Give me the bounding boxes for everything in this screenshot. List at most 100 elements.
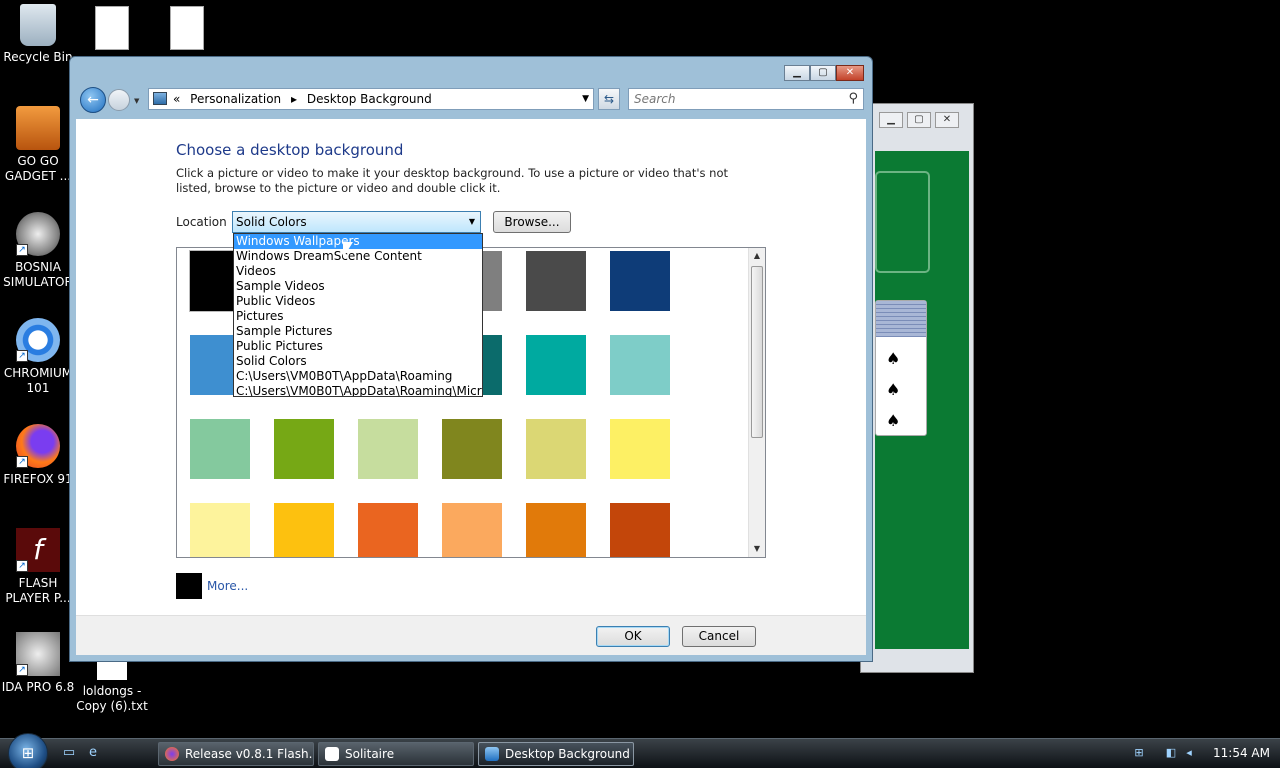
browse-button[interactable]: Browse... — [493, 211, 571, 233]
taskbar-item-desktop-background[interactable]: Desktop Background — [478, 742, 634, 766]
ok-button[interactable]: OK — [596, 626, 670, 647]
refresh-button[interactable]: ⇆ — [598, 88, 620, 110]
solitaire-card-stack[interactable]: ♠ ♠ ♠ — [875, 300, 927, 436]
text-file-icon[interactable] — [95, 6, 129, 50]
chevron-down-icon[interactable]: ▼ — [469, 212, 475, 232]
desktop-icon-textfile[interactable]: loldongs - Copy (6).txt — [74, 660, 150, 714]
speaker-icon[interactable]: ◂ — [1182, 746, 1196, 760]
window-caption-buttons: ▁ ▢ ✕ — [784, 65, 864, 81]
taskbar-item-firefox[interactable]: Release v0.8.1 Flash... — [158, 742, 314, 766]
search-icon[interactable]: ⚲ — [848, 89, 858, 109]
color-swatch[interactable] — [358, 503, 418, 557]
dropdown-option-pictures[interactable]: Pictures — [234, 309, 482, 324]
desktop-icon-bosnia[interactable]: ↗ BOSNIA SIMULATOR — [0, 212, 76, 290]
color-swatch[interactable] — [610, 335, 670, 395]
desktop-icon-recycle-bin[interactable]: Recycle Bin — [0, 4, 76, 65]
color-swatch[interactable] — [610, 251, 670, 311]
more-colors-link[interactable]: More... — [207, 579, 248, 593]
dropdown-option-roaming[interactable]: C:\Users\VM0B0T\AppData\Roaming — [234, 369, 482, 384]
breadcrumb-separator[interactable]: ▸ — [291, 92, 297, 106]
search-input[interactable]: Search ⚲ — [628, 88, 864, 110]
control-panel-icon — [153, 92, 167, 105]
scroll-down-icon[interactable]: ▼ — [749, 541, 765, 557]
network-icon[interactable]: ⊞ — [1132, 746, 1146, 760]
color-swatch[interactable] — [442, 503, 502, 557]
clock[interactable]: 11:54 AM — [1213, 746, 1270, 760]
dropdown-option-public-videos[interactable]: Public Videos — [234, 294, 482, 309]
taskbar-item-label: Solitaire — [345, 747, 395, 761]
close-button[interactable]: ✕ — [836, 65, 864, 81]
cancel-button[interactable]: Cancel — [682, 626, 756, 647]
taskbar-item-label: Release v0.8.1 Flash... — [185, 747, 314, 761]
minimize-icon[interactable]: ▁ — [879, 112, 903, 128]
spade-icon: ♠ — [886, 411, 901, 430]
color-swatch[interactable] — [442, 419, 502, 479]
address-dropdown-icon[interactable]: ▼ — [582, 89, 589, 109]
recent-pages-dropdown-icon[interactable]: ▼ — [134, 97, 139, 105]
dropdown-option-roaming-microsoft[interactable]: C:\Users\VM0B0T\AppData\Roaming\Microso — [234, 384, 482, 396]
page-description: Click a picture or video to make it your… — [176, 166, 729, 195]
desktop-icon-label: FIREFOX 91 — [3, 472, 73, 486]
color-swatch[interactable] — [610, 419, 670, 479]
desktop-icon-flash[interactable]: f ↗ FLASH PLAYER P... — [0, 528, 76, 606]
dropdown-option-sample-videos[interactable]: Sample Videos — [234, 279, 482, 294]
spade-icon: ♠ — [886, 380, 901, 399]
scrollbar-thumb[interactable] — [751, 266, 763, 438]
taskbar-item-solitaire[interactable]: Solitaire — [318, 742, 474, 766]
minimize-button[interactable]: ▁ — [784, 65, 810, 81]
color-swatch[interactable] — [526, 503, 586, 557]
maximize-button[interactable]: ▢ — [810, 65, 836, 81]
dropdown-option-solid-colors[interactable]: Solid Colors — [234, 354, 482, 369]
location-select[interactable]: Solid Colors ▼ — [232, 211, 481, 233]
solitaire-caption-buttons: ▁ ▢ ✕ — [879, 112, 959, 128]
location-dropdown-list[interactable]: Windows Wallpapers Windows DreamScene Co… — [233, 233, 483, 397]
solitaire-card-slot[interactable] — [875, 171, 930, 273]
color-swatch[interactable] — [358, 419, 418, 479]
address-bar[interactable]: « Personalization ▸ Desktop Background ▼ — [148, 88, 594, 110]
dropdown-option-videos[interactable]: Videos — [234, 264, 482, 279]
desktop-icon-firefox[interactable]: ↗ FIREFOX 91 — [0, 424, 76, 487]
forward-button[interactable] — [108, 89, 130, 111]
dropdown-option-sample-pictures[interactable]: Sample Pictures — [234, 324, 482, 339]
chromium-icon: ↗ — [16, 318, 60, 362]
color-swatch[interactable] — [526, 419, 586, 479]
color-swatch[interactable] — [526, 335, 586, 395]
volume-icon[interactable]: ◧ — [1164, 746, 1178, 760]
breadcrumb-desktop-background[interactable]: Desktop Background — [307, 92, 432, 106]
scroll-up-icon[interactable]: ▲ — [749, 248, 765, 264]
breadcrumb-overflow[interactable]: « — [173, 92, 180, 106]
close-icon[interactable]: ✕ — [935, 112, 959, 128]
internet-explorer-icon[interactable]: e — [84, 744, 102, 762]
mouse-pointer-icon — [343, 242, 353, 258]
desktop-icon-label: BOSNIA SIMULATOR — [3, 260, 73, 289]
desktop-icon-gadget[interactable]: GO GO GADGET ... — [0, 106, 76, 184]
back-button[interactable]: ← — [80, 87, 106, 113]
breadcrumb-personalization[interactable]: Personalization — [190, 92, 281, 106]
search-placeholder: Search — [634, 92, 676, 106]
start-button[interactable]: ⊞ — [8, 733, 48, 768]
maximize-icon[interactable]: ▢ — [907, 112, 931, 128]
dropdown-option-dreamscene[interactable]: Windows DreamScene Content — [234, 249, 482, 264]
dropdown-option-windows-wallpapers[interactable]: Windows Wallpapers — [234, 234, 482, 249]
color-swatch[interactable] — [274, 503, 334, 557]
firefox-icon: ↗ — [16, 424, 60, 468]
current-color-swatch[interactable] — [176, 573, 202, 599]
desktop-icon-label: Recycle Bin — [3, 50, 73, 64]
text-file-icon — [97, 660, 127, 680]
color-swatch[interactable] — [610, 503, 670, 557]
desktop-icon-ida[interactable]: ↗ IDA PRO 6.8 — [0, 632, 76, 695]
dropdown-option-public-pictures[interactable]: Public Pictures — [234, 339, 482, 354]
spade-icon: ♠ — [886, 349, 901, 368]
desktop-icon-chromium[interactable]: ↗ CHROMIUM 101 — [0, 318, 76, 396]
color-swatch[interactable] — [274, 419, 334, 479]
show-desktop-icon[interactable]: ▭ — [60, 744, 78, 762]
gallery-scrollbar[interactable]: ▲ ▼ — [748, 248, 765, 557]
color-swatch[interactable] — [190, 503, 250, 557]
desktop-background-window[interactable]: ▁ ▢ ✕ ← ▼ « Personalization ▸ Desktop Ba… — [69, 56, 873, 662]
color-swatch[interactable] — [190, 419, 250, 479]
text-file-icon[interactable] — [170, 6, 204, 50]
color-swatch[interactable] — [526, 251, 586, 311]
spiky-ball-icon: ↗ — [16, 212, 60, 256]
desktop-icon-label: IDA PRO 6.8 — [1, 680, 75, 694]
navigation-bar: ← ▼ « Personalization ▸ Desktop Backgrou… — [78, 85, 866, 115]
